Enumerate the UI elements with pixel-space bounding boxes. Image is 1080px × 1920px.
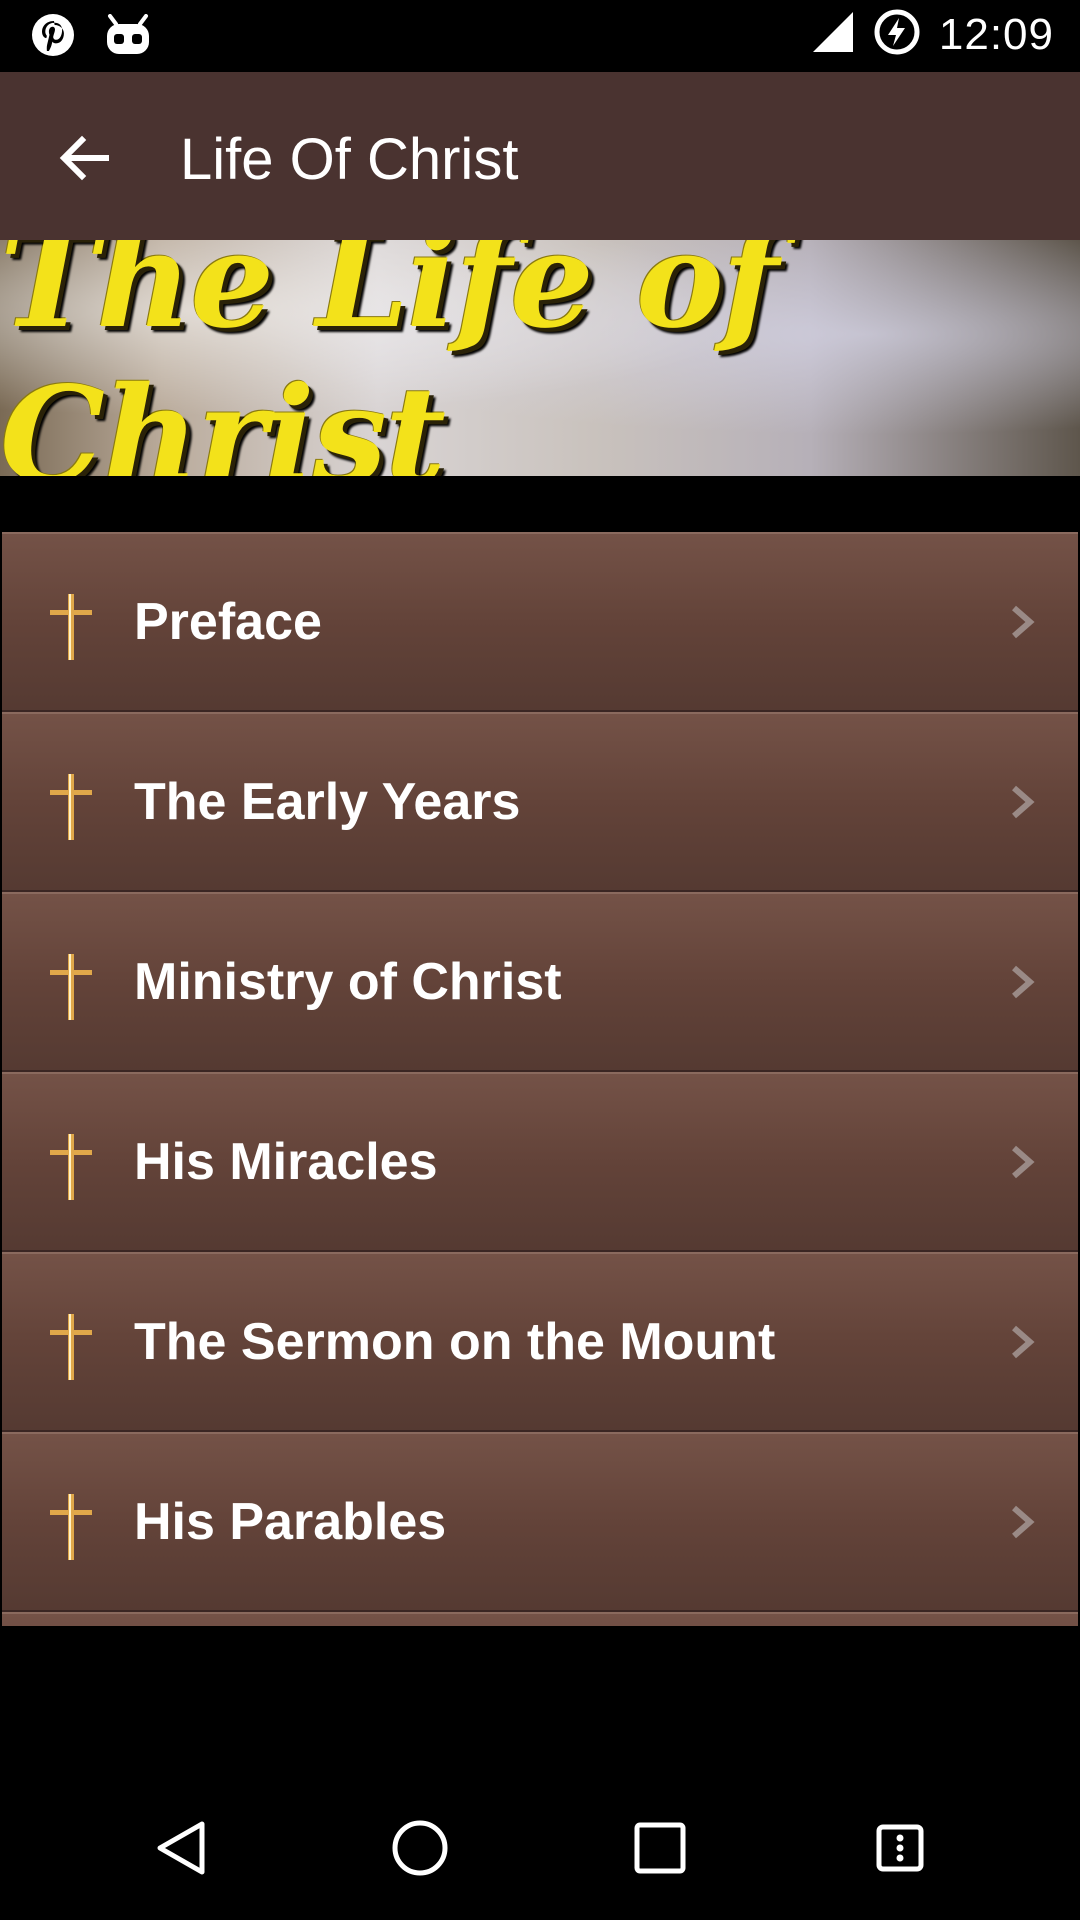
list-item-parables[interactable]: His Parables — [2, 1432, 1078, 1612]
list-item-label: The Early Years — [134, 773, 521, 831]
app-bar: Life Of Christ — [0, 72, 1080, 240]
cross-icon — [50, 954, 92, 1020]
list-item-sermon[interactable]: The Sermon on the Mount — [2, 1252, 1078, 1432]
nav-back-button[interactable] — [144, 1812, 216, 1884]
screen: 12:09 Life Of Christ The Life of Christ … — [0, 0, 1080, 1920]
list-item-miracles[interactable]: His Miracles — [2, 1072, 1078, 1252]
list-item-label: His Parables — [134, 1493, 447, 1551]
back-triangle-icon — [157, 1821, 205, 1875]
recents-square-icon — [634, 1822, 686, 1874]
chevron-right-icon — [1012, 605, 1035, 639]
back-button[interactable] — [48, 122, 120, 194]
system-nav-bar — [0, 1776, 1080, 1920]
list-item-label: Preface — [134, 593, 322, 651]
cross-icon — [50, 1494, 92, 1560]
status-bar-right: 12:09 — [811, 8, 1054, 61]
cross-icon — [50, 774, 92, 840]
list-item-label: The Sermon on the Mount — [134, 1313, 776, 1371]
nav-menu-button[interactable] — [864, 1812, 936, 1884]
chevron-right-icon — [1012, 1505, 1035, 1539]
android-debug-icon — [104, 14, 152, 61]
cross-icon — [50, 1134, 92, 1200]
chevron-right-icon — [1012, 785, 1035, 819]
header-banner: The Life of Christ — [0, 240, 1080, 476]
nav-home-button[interactable] — [384, 1812, 456, 1884]
chevron-right-icon — [1012, 965, 1035, 999]
list-item-label: Ministry of Christ — [134, 953, 562, 1011]
cross-icon — [50, 1314, 92, 1380]
signal-icon — [811, 10, 855, 59]
chapter-list: Preface The Early Years Ministry of Chri… — [0, 532, 1080, 1626]
nav-recents-button[interactable] — [624, 1812, 696, 1884]
list-item-early-years[interactable]: The Early Years — [2, 712, 1078, 892]
list-item-ministry[interactable]: Ministry of Christ — [2, 892, 1078, 1072]
pinterest-icon — [30, 12, 76, 63]
battery-charging-icon — [873, 8, 921, 61]
status-bar-left — [30, 12, 152, 63]
list-item-preface[interactable]: Preface — [2, 532, 1078, 712]
list-item-partial[interactable] — [2, 1612, 1078, 1626]
home-circle-icon — [392, 1820, 448, 1876]
banner-title: The Life of Christ — [0, 240, 779, 476]
list-item-label: His Miracles — [134, 1133, 438, 1191]
menu-icon — [876, 1824, 924, 1872]
page-title: Life Of Christ — [180, 127, 519, 192]
status-bar: 12:09 — [0, 0, 1080, 72]
status-time: 12:09 — [938, 9, 1054, 59]
chevron-right-icon — [1012, 1145, 1035, 1179]
cross-icon — [50, 594, 92, 660]
arrow-left-icon — [59, 135, 109, 181]
chevron-right-icon — [1012, 1325, 1035, 1359]
